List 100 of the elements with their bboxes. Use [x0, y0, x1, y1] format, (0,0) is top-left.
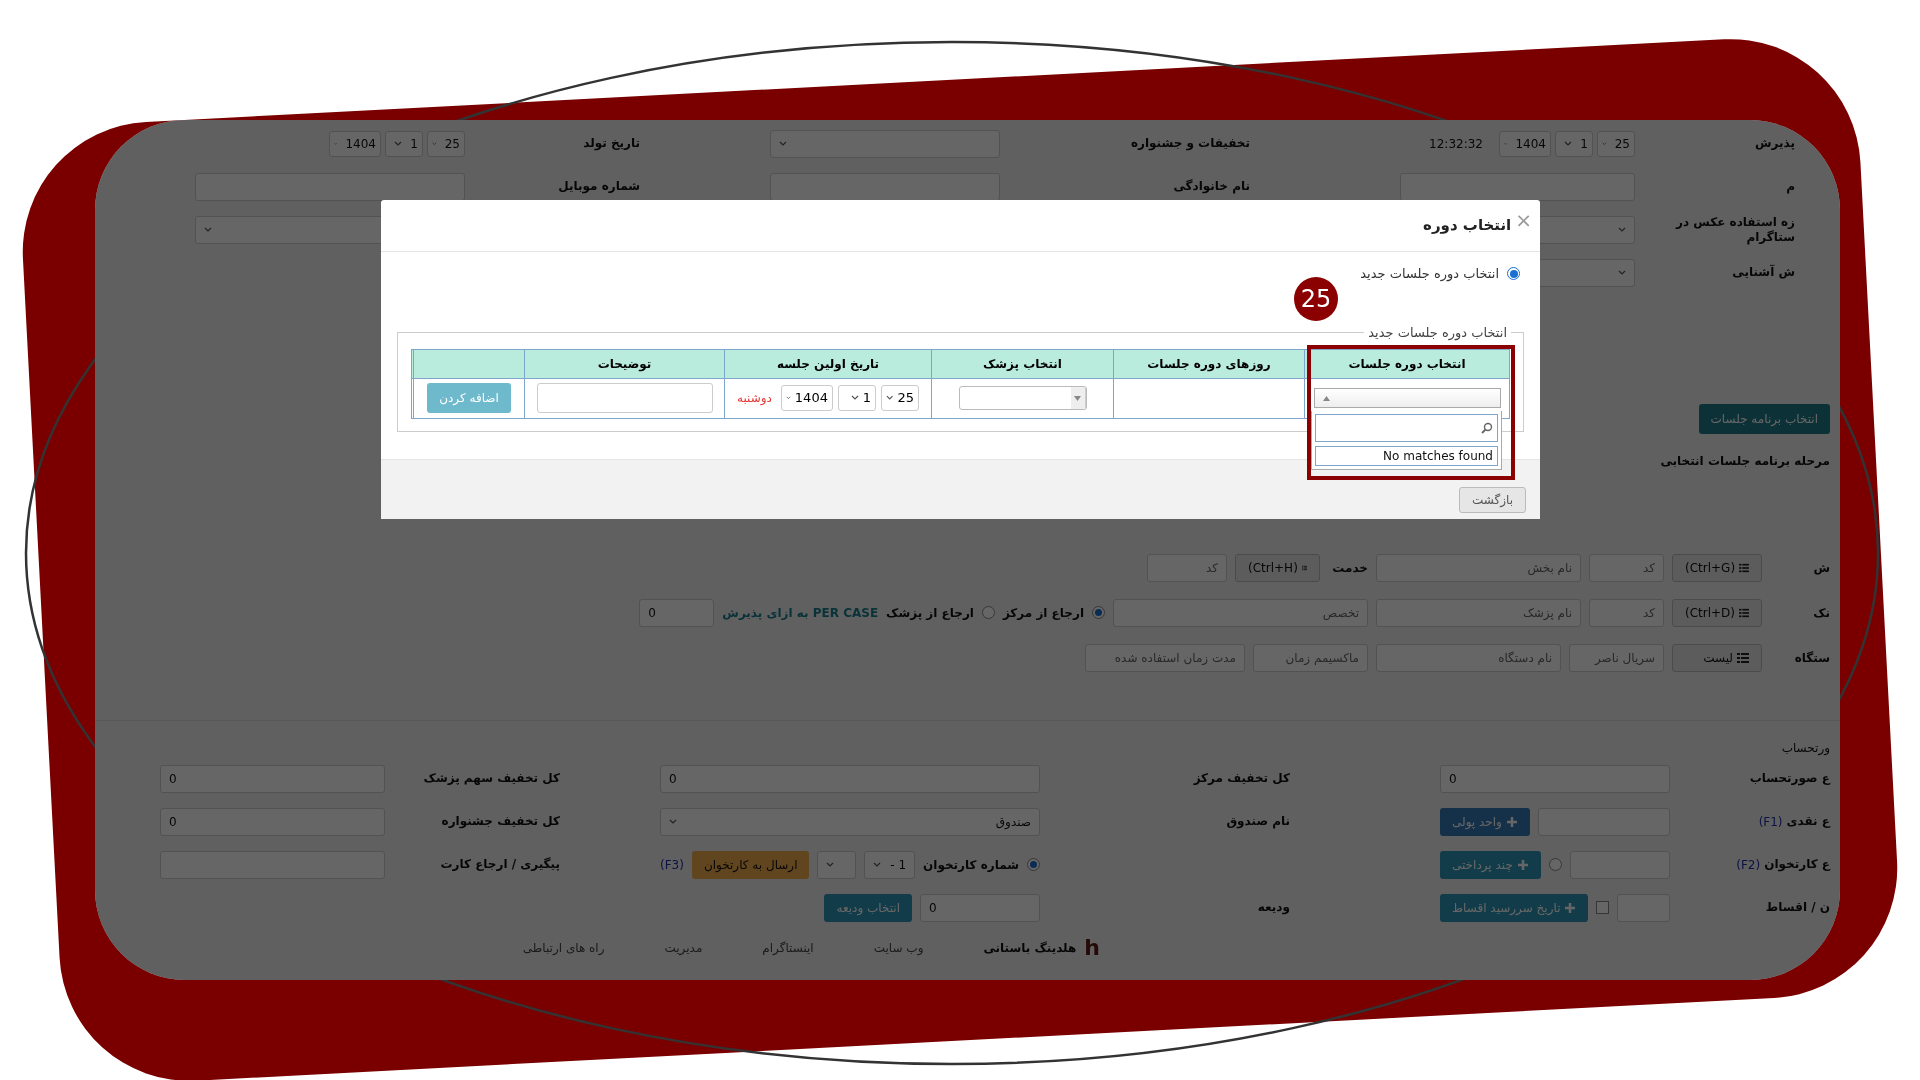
select-field[interactable] — [770, 129, 1000, 158]
input-field[interactable]: کد — [1589, 553, 1664, 582]
select-field[interactable]: صندوق — [660, 807, 1040, 836]
radio-label: ارجاع از پزشک — [886, 604, 974, 622]
field-label: خدمت — [1332, 560, 1368, 575]
form-button[interactable]: لیست — [1672, 643, 1762, 672]
caret-icon — [1074, 395, 1081, 401]
hotkey-text: (F3) — [660, 856, 684, 874]
caret-icon — [432, 140, 437, 147]
input-field[interactable]: 0 — [920, 893, 1040, 922]
time-text: 12:32:32 — [1428, 135, 1484, 153]
input-field[interactable] — [195, 172, 465, 201]
form-button[interactable]: تاریخ سررسید اقساط — [1440, 893, 1589, 922]
radio-button[interactable] — [1027, 858, 1040, 871]
caret-icon — [872, 861, 881, 868]
date-select[interactable]: 1404 — [780, 385, 833, 411]
list-icon — [1739, 606, 1749, 619]
note-text: PER CASE به ازای پذیرش — [722, 604, 879, 622]
input-field[interactable] — [1400, 172, 1635, 201]
list-icon — [1737, 651, 1749, 664]
checkbox[interactable] — [1596, 901, 1610, 914]
field-label: کل تخفیف مرکز — [1193, 771, 1290, 786]
add-button[interactable]: اضافه کردن — [427, 383, 511, 413]
logo-mark: h — [1084, 934, 1100, 962]
radio-button[interactable] — [981, 606, 995, 619]
input-field[interactable]: 0 — [160, 764, 385, 793]
caret-icon — [1322, 395, 1330, 401]
input-field[interactable]: نام دستگاه — [1376, 643, 1561, 672]
date-select[interactable]: 25 — [880, 385, 919, 411]
input-field[interactable] — [770, 172, 1000, 201]
schedule-button[interactable]: انتخاب برنامه جلسات — [1698, 404, 1830, 434]
field-label: تخفیفات و جشنواره — [1130, 136, 1250, 151]
modal-title: انتخاب دوره — [1423, 215, 1512, 237]
input-field[interactable]: 0 — [639, 598, 715, 627]
input-field[interactable]: تخصص — [1113, 598, 1368, 627]
input-field[interactable]: نام پزشک — [1376, 598, 1581, 627]
field-label: شماره موبایل — [558, 179, 640, 194]
weekday-text: دوشنبه — [737, 390, 772, 407]
caret-icon — [885, 395, 894, 401]
field-label: کل تخفیف سهم پزشک — [423, 771, 560, 786]
form-button[interactable]: چند پرداختی — [1440, 850, 1541, 879]
field-label: نام صندوق — [1226, 814, 1290, 829]
search-field[interactable] — [1315, 413, 1498, 442]
column-header: روزهای دوره جلسات — [1113, 349, 1304, 378]
close-button[interactable]: × — [1515, 210, 1532, 230]
radio-button[interactable] — [1548, 858, 1562, 871]
form-button[interactable]: (Ctrl+H) — [1235, 553, 1320, 582]
caret-icon — [1602, 140, 1607, 147]
field-label: مرحله برنامه جلسات انتخابی — [1660, 453, 1830, 470]
form-button[interactable]: ارسال به کارتخوان — [691, 850, 810, 879]
select-field[interactable] — [817, 850, 856, 879]
back-button[interactable]: بازگشت — [1459, 487, 1526, 513]
field-label: ع صورتحساب — [1749, 771, 1830, 786]
hotkey-text: (F2) — [1736, 856, 1761, 874]
date-select[interactable]: 1404 — [1499, 130, 1551, 157]
input-field[interactable]: ماکسیمم زمان — [1253, 643, 1368, 672]
list-icon — [1739, 561, 1749, 574]
field-label: ستگاه — [1794, 650, 1830, 665]
input-field[interactable]: 0 — [660, 764, 1040, 793]
date-select[interactable]: 1 — [1555, 130, 1593, 157]
input-field[interactable]: نام بخش — [1376, 553, 1581, 582]
input-field[interactable]: سریال ناصر — [1569, 643, 1664, 672]
select-field[interactable]: 1 - — [863, 850, 916, 879]
field-label: ودیعه — [1257, 900, 1290, 915]
input-field[interactable]: کد — [1147, 553, 1227, 582]
form-button[interactable]: واحد پولی — [1440, 807, 1530, 836]
input-field[interactable]: 0 — [160, 807, 385, 836]
date-select[interactable]: 25 — [1597, 130, 1635, 157]
footer-heading: راه های ارتباطی — [522, 939, 605, 957]
caret-icon — [394, 140, 403, 147]
form-button[interactable]: (Ctrl+D) — [1672, 598, 1762, 627]
date-select[interactable]: 1 — [837, 385, 876, 411]
input-field[interactable]: 0 — [1440, 764, 1670, 793]
date-select[interactable]: 1 — [385, 130, 423, 157]
radio-button[interactable] — [1507, 267, 1520, 281]
form-button[interactable]: (Ctrl+G) — [1672, 553, 1762, 582]
date-select[interactable]: 1404 — [329, 130, 381, 157]
radio-button[interactable] — [1092, 606, 1105, 619]
radio-label: ارجاع از مرکز — [1002, 604, 1084, 622]
input-field[interactable]: مدت زمان استفاده شده — [1085, 643, 1245, 672]
select-field[interactable] — [1313, 388, 1501, 408]
caret-icon — [204, 226, 212, 233]
field-label: کل تخفیف جشنواره — [441, 814, 560, 829]
select-field[interactable] — [958, 386, 1087, 410]
notes-field[interactable] — [536, 383, 713, 413]
field-label: ع نقدی — [1786, 814, 1830, 829]
search-icon — [1481, 421, 1493, 434]
caret-icon — [826, 861, 835, 868]
section-title: ورتحساب — [1781, 741, 1830, 755]
form-button[interactable]: انتخاب ودیعه — [824, 893, 912, 922]
input-field[interactable]: کد — [1589, 598, 1664, 627]
plus-icon — [1564, 901, 1577, 914]
step-badge: 25 — [1294, 276, 1338, 321]
field-label: ع کارتخوان — [1764, 857, 1830, 872]
caret-icon — [1618, 226, 1626, 233]
caret-icon — [785, 395, 791, 401]
date-select[interactable]: 25 — [427, 130, 465, 157]
radio-label: انتخاب دوره جلسات جدید — [1360, 265, 1499, 284]
caret-icon — [779, 140, 787, 147]
plus-icon — [1505, 815, 1518, 828]
